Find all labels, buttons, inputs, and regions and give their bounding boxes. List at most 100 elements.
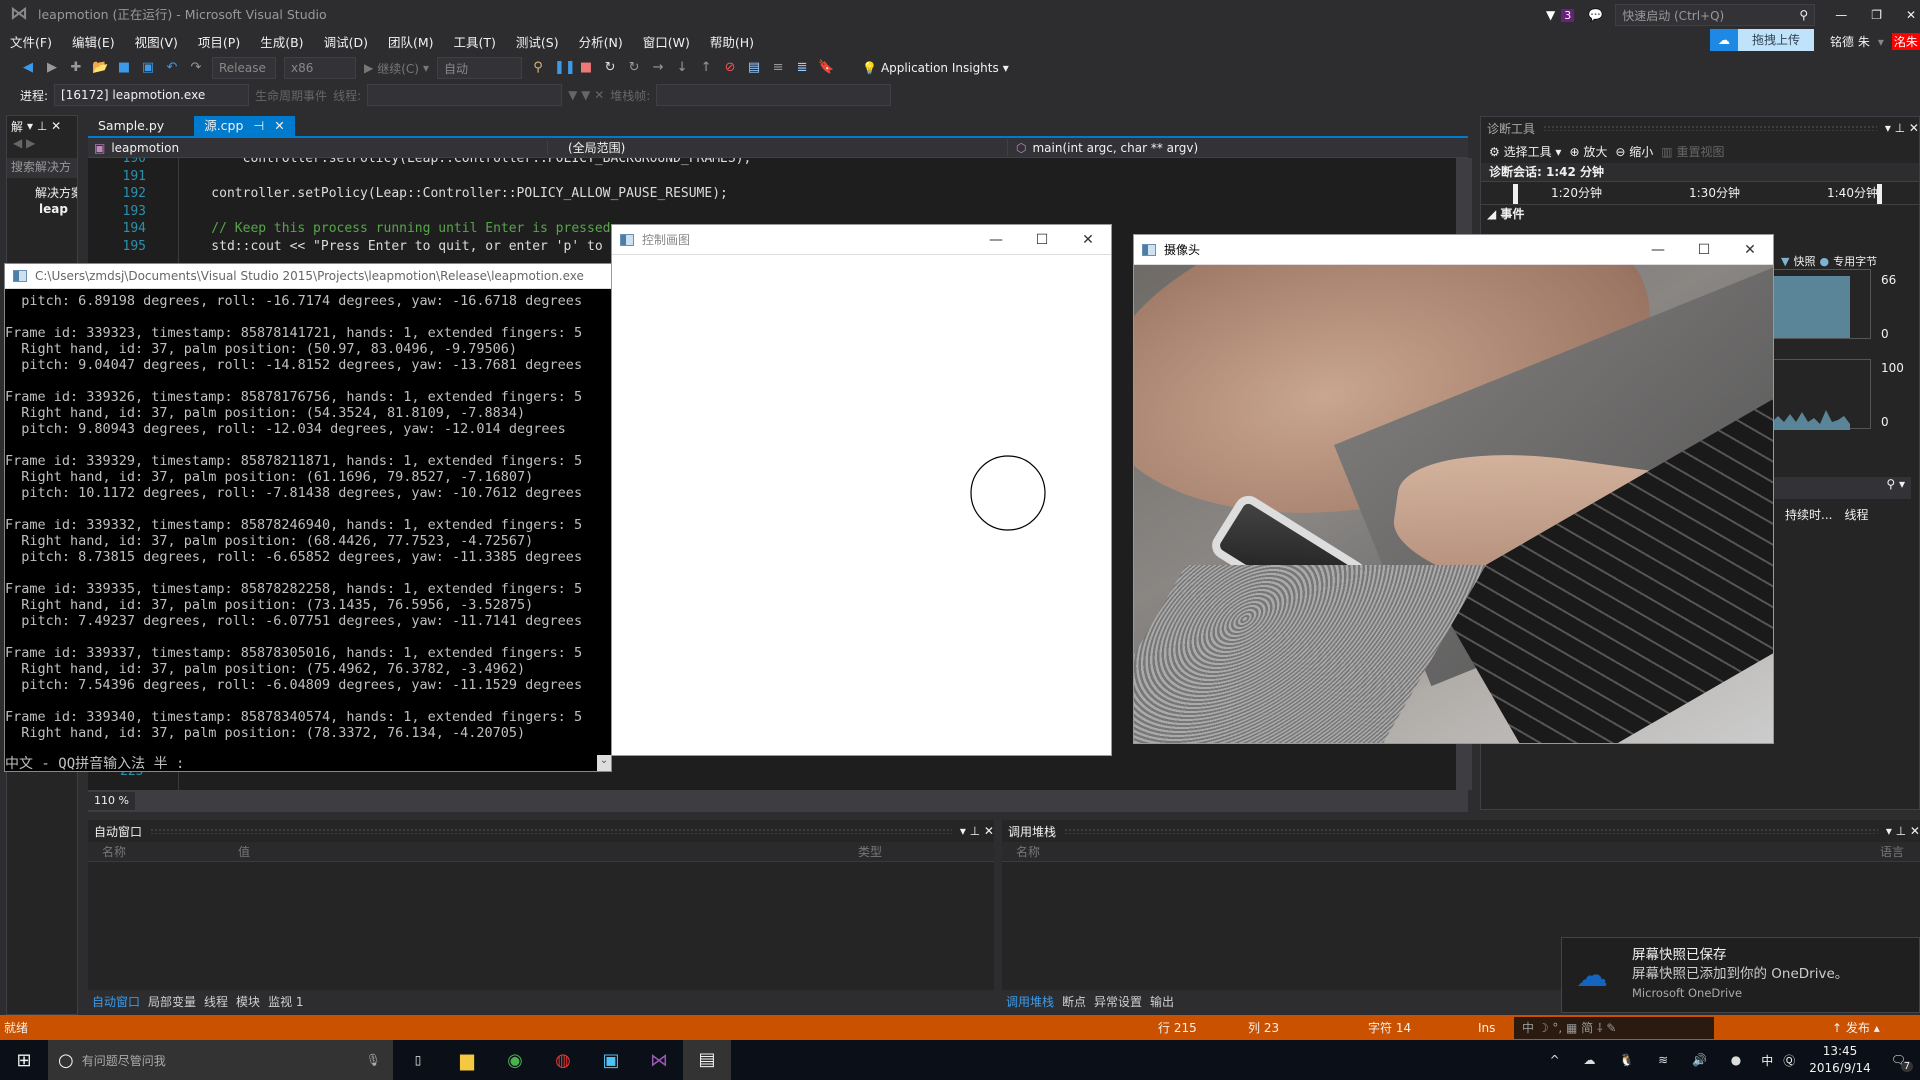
pause-icon[interactable]: ❚❚	[554, 60, 576, 76]
hex-display-icon[interactable]: ▤	[746, 60, 762, 76]
feedback-icon[interactable]: 💬	[1588, 8, 1603, 22]
comment-icon[interactable]: ≣	[794, 60, 810, 76]
start-button[interactable]: ⊞	[0, 1050, 48, 1071]
back-icon[interactable]: ◀	[20, 60, 36, 76]
upload-button[interactable]: ☁ 拖拽上传	[1710, 29, 1815, 51]
tab-locals[interactable]: 局部变量	[144, 993, 200, 1010]
filter-thread-icon[interactable]: ▼ ▼ ✕	[568, 88, 604, 102]
menu-test[interactable]: 测试(S)	[506, 32, 569, 51]
tab-modules[interactable]: 模块	[232, 993, 264, 1010]
cortana-search-box[interactable]: ○ 有问题尽管问我 🎙	[48, 1040, 393, 1080]
scope-nav-select[interactable]: (全局范围)	[548, 139, 1008, 156]
console-app-taskbar-icon[interactable]: ▤	[683, 1040, 731, 1080]
reset-view-button[interactable]: ▥ 重置视图	[1661, 143, 1724, 160]
code-line[interactable]: 193	[88, 203, 1456, 221]
menu-team[interactable]: 团队(M)	[378, 32, 444, 51]
minimize-button[interactable]: —	[1635, 242, 1681, 258]
maximize-button[interactable]: ☐	[1681, 242, 1727, 258]
step-over-icon[interactable]: ↓	[674, 60, 690, 76]
column-name[interactable]: 名称	[88, 843, 234, 860]
tab-watch-1[interactable]: 监视 1	[264, 993, 307, 1010]
breakpoints-icon[interactable]: ⊘	[722, 60, 738, 76]
filter-icon[interactable]: ▼	[1546, 8, 1555, 22]
zoom-select[interactable]: 110 %	[88, 792, 135, 810]
minimize-button[interactable]: —	[973, 232, 1019, 248]
menu-help[interactable]: 帮助(H)	[700, 32, 764, 51]
auto-select[interactable]: 自动	[437, 57, 523, 79]
tree-item-project[interactable]: leap	[19, 202, 77, 220]
tab-output[interactable]: 输出	[1146, 993, 1178, 1010]
user-name[interactable]: 铭德 朱	[1830, 33, 1870, 50]
step-into-icon[interactable]: →	[650, 60, 666, 76]
qq-input-icon[interactable]: Ⓠ	[1783, 1052, 1795, 1069]
lifecycle-events-button[interactable]: 生命周期事件	[255, 87, 327, 104]
tab-sample-py[interactable]: Sample.py	[88, 116, 174, 136]
ime-indicator[interactable]: 中	[1761, 1052, 1773, 1069]
column-thread[interactable]: 线程	[1844, 506, 1868, 523]
menu-analyze[interactable]: 分析(N)	[569, 32, 633, 51]
notification-badge[interactable]: 3	[1561, 8, 1575, 22]
user-avatar[interactable]: 洺朱	[1891, 33, 1920, 50]
file-explorer-icon[interactable]: ▆	[443, 1050, 491, 1071]
zoom-in-button[interactable]: ⊕ 放大	[1569, 143, 1607, 160]
redo-icon[interactable]: ↷	[188, 60, 204, 76]
member-nav-select[interactable]: ⬡ main(int argc, char ** argv)	[1008, 141, 1198, 155]
select-tools-button[interactable]: ⚙ 选择工具 ▾	[1489, 143, 1561, 160]
close-button[interactable]: ✕	[1065, 232, 1111, 248]
code-line[interactable]: 190 controller.setPolicy(Leap::Controlle…	[88, 158, 1456, 168]
show-next-statement-icon[interactable]: ↻	[626, 60, 642, 76]
close-button[interactable]: ✕	[1906, 8, 1916, 22]
indent-icon[interactable]: ≡	[770, 60, 786, 76]
menu-view[interactable]: 视图(V)	[125, 32, 188, 51]
events-search-input[interactable]: ⚲ ▾	[1771, 477, 1911, 499]
code-line[interactable]: 191	[88, 168, 1456, 186]
onedrive-toast[interactable]: ☁ 屏幕快照已保存 屏幕快照已添加到你的 OneDrive。 Microsoft…	[1561, 937, 1920, 1013]
bookmark-icon[interactable]: 🔖	[818, 60, 834, 76]
stop-icon[interactable]: ■	[578, 60, 594, 76]
step-out-icon[interactable]: ↑	[698, 60, 714, 76]
timeline-start-handle[interactable]	[1513, 184, 1518, 204]
pin-icon[interactable]: ▾ ⊥ ✕	[27, 119, 61, 133]
user-dropdown-icon[interactable]: ▾	[1878, 35, 1884, 49]
zoom-out-button[interactable]: ⊖ 缩小	[1615, 143, 1653, 160]
menu-edit[interactable]: 编辑(E)	[62, 32, 125, 51]
menu-tools[interactable]: 工具(T)	[444, 32, 506, 51]
config-select[interactable]: Release	[212, 57, 276, 79]
close-tab-icon[interactable]: ✕	[274, 116, 284, 136]
publish-button[interactable]: ↑ 发布 ▴	[1832, 1019, 1880, 1036]
tray-icons[interactable]: ^ ☁ 🐧 ≋ 🔊 ●	[1550, 1053, 1752, 1067]
action-center-icon[interactable]: 🗨 7	[1891, 1053, 1914, 1072]
save-all-icon[interactable]: ▣	[140, 60, 156, 76]
process-select[interactable]: [16172] leapmotion.exe	[54, 84, 250, 106]
minimize-button[interactable]: —	[1835, 8, 1847, 22]
camera-window[interactable]: 摄像头 — ☐ ✕	[1133, 234, 1774, 744]
menu-debug[interactable]: 调试(D)	[314, 32, 378, 51]
column-type[interactable]: 类型	[854, 843, 882, 860]
thread-select[interactable]	[367, 84, 563, 106]
tab-autos[interactable]: 自动窗口	[88, 993, 144, 1010]
tab-breakpoints[interactable]: 断点	[1058, 993, 1090, 1010]
menu-window[interactable]: 窗口(W)	[633, 32, 700, 51]
console-window[interactable]: C:\Users\zmdsj\Documents\Visual Studio 2…	[4, 263, 612, 772]
events-section[interactable]: ◢ 事件	[1481, 205, 1919, 223]
pin-tab-icon[interactable]: ⊣	[253, 116, 264, 136]
quick-launch-input[interactable]: 快速启动 (Ctrl+Q) ⚲	[1615, 4, 1816, 26]
column-duration[interactable]: 持续时...	[1771, 506, 1832, 523]
visual-studio-icon[interactable]: ⋈	[635, 1050, 683, 1071]
menu-file[interactable]: 文件(F)	[0, 32, 62, 51]
continue-button[interactable]: ▶ 继续(C) ▾	[364, 60, 429, 77]
panel-options-icon[interactable]: ▾ ⊥ ✕	[1886, 824, 1920, 838]
column-value[interactable]: 值	[234, 843, 854, 860]
nav-arrows[interactable]: ◀ ▶	[7, 136, 77, 158]
tab-exception-settings[interactable]: 异常设置	[1090, 993, 1146, 1010]
timeline-ruler[interactable]: 1:20分钟 1:30分钟 1:40分钟	[1481, 181, 1919, 205]
drawing-canvas[interactable]	[612, 255, 1111, 755]
drawing-window[interactable]: 控制画图 — ☐ ✕	[611, 224, 1112, 756]
panel-options-icon[interactable]: ▾ ⊥ ✕	[960, 824, 994, 838]
tree-item-solution[interactable]: 解决方案	[19, 184, 77, 202]
remote-desktop-icon[interactable]: ▣	[587, 1050, 635, 1071]
microphone-icon[interactable]: 🎙	[366, 1053, 381, 1067]
clock[interactable]: 13:45 2016/9/14	[1809, 1043, 1871, 1077]
restore-button[interactable]: ❐	[1871, 8, 1882, 22]
platform-select[interactable]: x86	[284, 57, 356, 79]
